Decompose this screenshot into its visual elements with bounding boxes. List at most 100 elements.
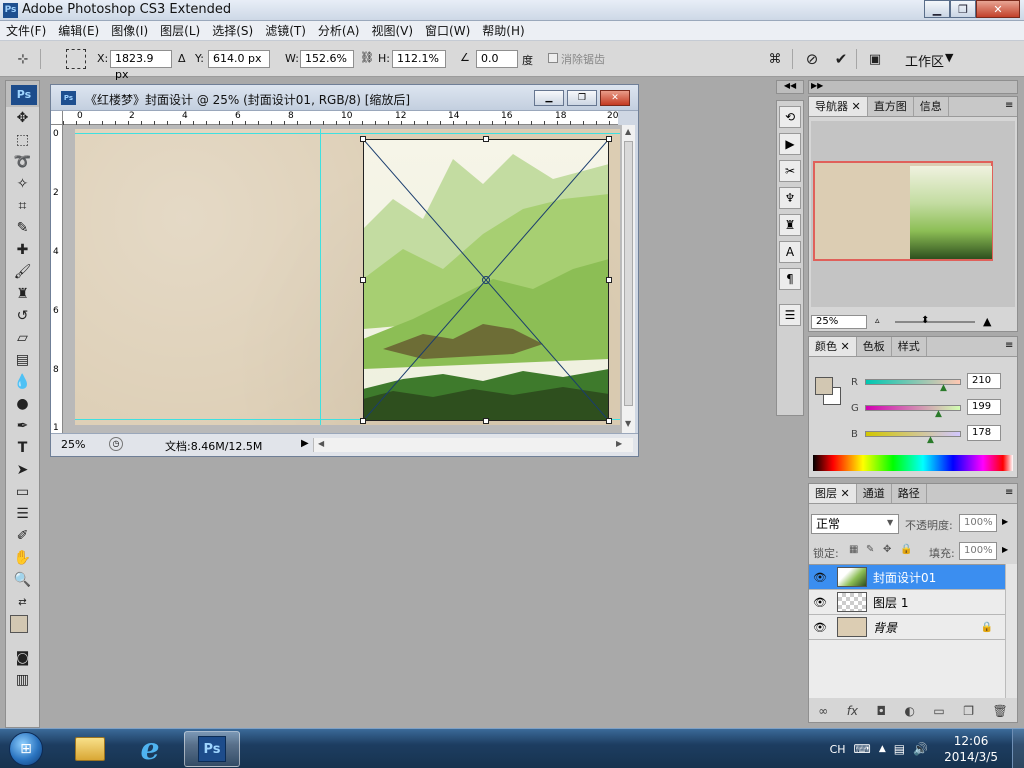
menu-help[interactable]: 帮助(H) (476, 22, 530, 39)
guide-line[interactable] (320, 129, 321, 425)
layer-visibility-eye-icon[interactable]: 👁 (809, 571, 831, 584)
warp-icon[interactable]: ⌘ (766, 50, 784, 68)
brush-tool-icon[interactable]: 🖌 (6, 261, 39, 283)
document-restore-button[interactable]: ❐ (567, 90, 597, 106)
clone-stamp-tool-icon[interactable]: ♜ (6, 283, 39, 305)
horizontal-ruler[interactable]: 0 2 4 6 8 10 12 14 16 18 20 (63, 111, 618, 125)
shape-tool-icon[interactable]: ▭ (6, 481, 39, 503)
clock[interactable]: 12:06 2014/3/5 (944, 733, 998, 765)
g-value-field[interactable]: 199 (967, 399, 1001, 415)
workspace-dropdown-icon[interactable]: ▼ (945, 51, 953, 64)
character-panel-icon[interactable]: A (779, 241, 801, 263)
g-slider-thumb[interactable]: ▲ (935, 409, 942, 419)
lock-image-icon[interactable]: ✎ (866, 544, 874, 555)
scroll-left-icon[interactable]: ◀ (318, 439, 324, 448)
navigator-zoom-field[interactable]: 25% (811, 315, 867, 329)
lock-transparent-icon[interactable]: ▦ (849, 544, 858, 555)
layer-row[interactable]: 👁 图层 1 (809, 590, 1005, 615)
b-slider-thumb[interactable]: ▲ (927, 435, 934, 445)
menu-filter[interactable]: 滤镜(T) (259, 22, 312, 39)
notes-tool-icon[interactable]: ☰ (6, 503, 39, 525)
transform-handle[interactable] (483, 418, 489, 424)
transform-handle[interactable] (360, 277, 366, 283)
layer-row[interactable]: 👁 背景 🔒 (809, 615, 1005, 640)
vertical-scroll-thumb[interactable] (624, 141, 633, 406)
zoom-level[interactable]: 25% (61, 438, 85, 451)
new-group-icon[interactable]: ▭ (933, 704, 944, 718)
input-language[interactable]: CH (830, 743, 846, 756)
dodge-tool-icon[interactable]: ● (6, 393, 39, 415)
close-button[interactable]: ✕ (976, 0, 1020, 18)
reference-point-icon[interactable] (66, 49, 86, 69)
zoom-in-icon[interactable]: ▲ (983, 315, 991, 328)
move-tool-preset-icon[interactable]: ⊹ (14, 50, 32, 68)
actions-panel-icon[interactable]: ▶ (779, 133, 801, 155)
vertical-ruler[interactable]: 0 2 4 6 8 1 (51, 125, 63, 433)
transform-handle[interactable] (606, 136, 612, 142)
document-minimize-button[interactable]: ▁ (534, 90, 564, 106)
screen-mode-icon[interactable]: ▥ (6, 669, 39, 691)
eraser-tool-icon[interactable]: ▱ (6, 327, 39, 349)
transform-handle[interactable] (360, 136, 366, 142)
bridge-icon[interactable]: ▣ (866, 50, 884, 68)
navigator-zoom-thumb[interactable]: ⬍ (921, 315, 929, 326)
layer-comps-panel-icon[interactable]: ☰ (779, 304, 801, 326)
tab-styles[interactable]: 样式 (892, 337, 927, 356)
scroll-up-icon[interactable]: ▲ (625, 127, 631, 136)
fill-arrow-icon[interactable]: ▶ (1002, 545, 1008, 554)
blur-tool-icon[interactable]: 💧 (6, 371, 39, 393)
history-brush-tool-icon[interactable]: ↺ (6, 305, 39, 327)
fill-field[interactable]: 100% (959, 542, 997, 560)
panel-menu-icon[interactable]: ≡ (1005, 100, 1013, 111)
new-layer-icon[interactable]: ❐ (963, 704, 974, 718)
workspace-menu[interactable]: 工作区 (905, 51, 944, 70)
zoom-tool-icon[interactable]: 🔍 (6, 569, 39, 591)
status-menu-arrow-icon[interactable]: ▶ (301, 438, 309, 449)
tab-paths[interactable]: 路径 (892, 484, 927, 503)
scroll-down-icon[interactable]: ▼ (625, 419, 631, 428)
transform-center-point[interactable] (482, 276, 490, 284)
y-field[interactable]: 614.0 px (208, 50, 270, 68)
clone-source-panel-icon[interactable]: ♜ (779, 214, 801, 236)
start-button[interactable]: ⊞ (4, 729, 48, 768)
network-icon[interactable]: ▤ (894, 742, 905, 756)
canvas[interactable] (75, 129, 620, 425)
transform-handle[interactable] (606, 418, 612, 424)
layer-row[interactable]: 👁 封面设计01 (809, 565, 1005, 590)
ruler-origin[interactable] (51, 111, 63, 125)
guide-line[interactable] (75, 133, 620, 134)
crop-tool-icon[interactable]: ⌗ (6, 195, 39, 217)
tool-presets-panel-icon[interactable]: ✂ (779, 160, 801, 182)
cancel-transform-icon[interactable]: ⊘ (803, 50, 821, 68)
hand-tool-icon[interactable]: ✋ (6, 547, 39, 569)
slice-tool-icon[interactable]: ✎ (6, 217, 39, 239)
blend-mode-dropdown-icon[interactable]: ▼ (887, 518, 893, 527)
magic-wand-tool-icon[interactable]: ✧ (6, 173, 39, 195)
menu-image[interactable]: 图像(I) (105, 22, 154, 39)
delete-layer-icon[interactable]: 🗑 (992, 704, 1007, 718)
r-value-field[interactable]: 210 (967, 373, 1001, 389)
swap-colors-icon[interactable]: ⇄ (6, 591, 39, 613)
adjustment-layer-icon[interactable]: ◐ (904, 704, 914, 718)
history-panel-icon[interactable]: ⟲ (779, 106, 801, 128)
color-panel-foreground-swatch[interactable] (815, 377, 833, 395)
color-spectrum-bar[interactable] (813, 455, 1013, 471)
lasso-tool-icon[interactable]: ➰ (6, 151, 39, 173)
tab-layers[interactable]: 图层 ✕ (809, 484, 857, 503)
menu-file[interactable]: 文件(F) (0, 22, 52, 39)
tab-color[interactable]: 颜色 ✕ (809, 337, 857, 356)
r-slider-thumb[interactable]: ▲ (940, 383, 947, 393)
navigator-view-box[interactable] (813, 161, 993, 261)
transform-handle[interactable] (606, 277, 612, 283)
b-slider[interactable] (865, 431, 961, 437)
restore-button[interactable]: ❐ (950, 0, 976, 18)
explorer-taskbar-button[interactable] (62, 731, 118, 767)
opacity-field[interactable]: 100% (959, 514, 997, 532)
lock-position-icon[interactable]: ✥ (883, 544, 891, 555)
document-title-bar[interactable]: Ps 《红楼梦》封面设计 @ 25% (封面设计01, RGB/8) [缩放后]… (51, 85, 638, 111)
color-swatches[interactable] (6, 613, 39, 647)
healing-brush-tool-icon[interactable]: ✚ (6, 239, 39, 261)
g-slider[interactable] (865, 405, 961, 411)
tab-info[interactable]: 信息 (914, 97, 949, 116)
panels-expand-icon[interactable]: ▶▶ (811, 81, 823, 90)
